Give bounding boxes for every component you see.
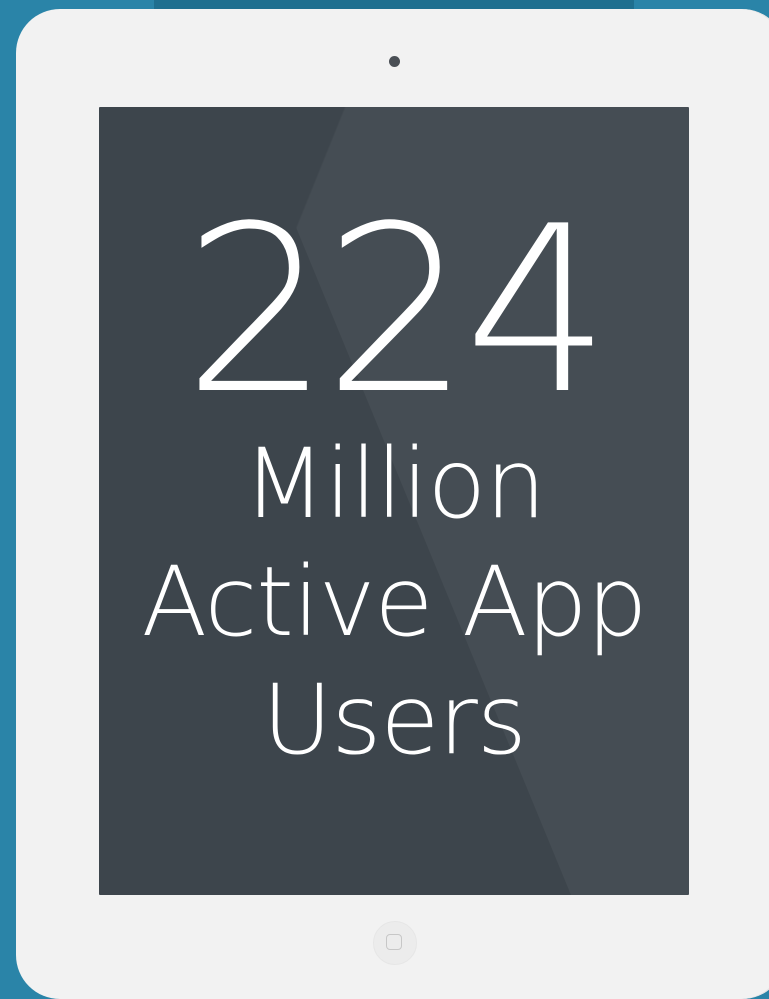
tablet-device: 224 Million Active App Users bbox=[16, 9, 769, 999]
home-button-icon bbox=[386, 934, 402, 950]
tablet-screen: 224 Million Active App Users bbox=[99, 107, 689, 895]
home-button[interactable] bbox=[373, 921, 417, 965]
stat-label-line-2: Active App bbox=[141, 546, 647, 658]
stat-label-line-3: Users bbox=[262, 664, 527, 776]
stat-label-line-1: Million bbox=[242, 428, 546, 540]
camera-dot-icon bbox=[389, 56, 400, 67]
stat-number: 224 bbox=[183, 178, 611, 445]
